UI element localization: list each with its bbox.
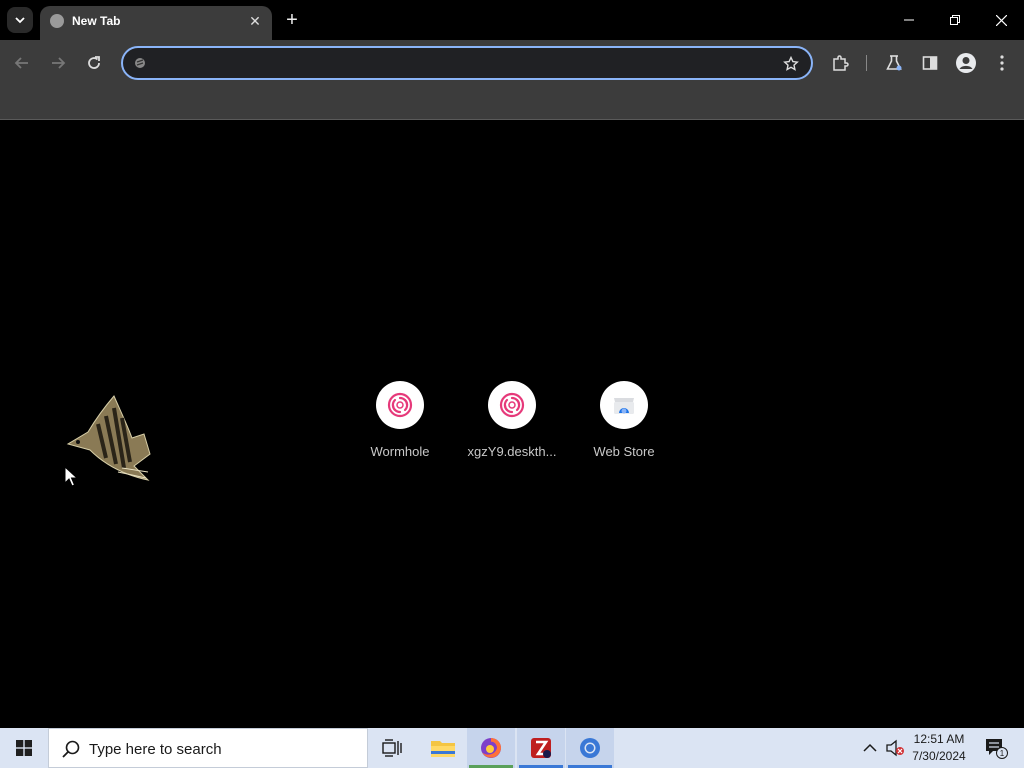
mouse-cursor xyxy=(64,466,78,487)
new-tab-page: Wormhole xgzY9.deskth... Web Store xyxy=(0,121,1024,728)
arrow-left-icon xyxy=(14,57,28,69)
flask-icon xyxy=(886,55,902,71)
tab-close-button[interactable]: ✕ xyxy=(246,12,264,30)
file-explorer-button[interactable] xyxy=(419,728,467,768)
labs-button[interactable] xyxy=(881,50,907,76)
shortcut-tile xyxy=(488,381,536,429)
folder-icon xyxy=(431,741,455,757)
shortcut-xgzy9[interactable]: xgzY9.deskth... xyxy=(457,381,567,459)
tab-search-button[interactable] xyxy=(7,7,33,33)
avatar-icon xyxy=(956,53,976,73)
shortcut-label: Web Store xyxy=(593,444,655,459)
search-icon xyxy=(62,740,80,758)
reload-button[interactable] xyxy=(80,49,108,77)
star-icon xyxy=(783,56,799,71)
more-vertical-icon xyxy=(1000,55,1004,71)
notification-center-button[interactable]: 1 xyxy=(978,728,1014,768)
extensions-button[interactable] xyxy=(827,50,853,76)
volume-muted-icon xyxy=(886,739,904,757)
close-icon xyxy=(995,14,1007,26)
volume-button[interactable] xyxy=(882,728,908,768)
shortcut-label: Wormhole xyxy=(370,444,430,459)
tab-strip: New Tab ✕ + xyxy=(0,0,1024,40)
bookmarks-bar xyxy=(0,86,1024,120)
toolbar-divider xyxy=(866,55,867,71)
arrow-right-icon xyxy=(52,57,66,69)
side-panel-button[interactable] xyxy=(917,50,943,76)
profile-button[interactable] xyxy=(953,50,979,76)
tab-new-tab[interactable]: New Tab ✕ xyxy=(40,6,272,40)
taskbar-search-box[interactable]: Type here to search xyxy=(48,728,368,768)
web-store-icon xyxy=(614,398,634,414)
chevron-down-icon xyxy=(15,17,25,24)
address-bar[interactable] xyxy=(121,46,813,80)
shortcut-tile xyxy=(600,381,648,429)
shortcut-tile xyxy=(376,381,424,429)
start-button[interactable] xyxy=(0,728,48,768)
omnibox-input[interactable] xyxy=(155,54,755,74)
restore-button[interactable] xyxy=(932,0,978,40)
back-button[interactable] xyxy=(8,49,36,77)
taskbar: Type here to search 12:51 AM 7/30/2024 1 xyxy=(0,728,1024,768)
tab-title: New Tab xyxy=(72,14,121,28)
restore-icon xyxy=(950,15,960,25)
puzzle-icon xyxy=(833,55,849,71)
shortcut-wormhole[interactable]: Wormhole xyxy=(345,381,455,459)
shortcut-label: xgzY9.deskth... xyxy=(467,444,557,459)
search-engine-icon xyxy=(135,58,145,68)
show-hidden-icons-button[interactable] xyxy=(858,728,882,768)
clock-time: 12:51 AM xyxy=(913,732,965,746)
filezilla-button[interactable] xyxy=(517,728,565,768)
firefox-icon xyxy=(481,738,501,758)
shortcut-web-store[interactable]: Web Store xyxy=(569,381,679,459)
toolbar xyxy=(0,40,1024,86)
filezilla-icon xyxy=(531,738,551,758)
system-clock[interactable]: 12:51 AM 7/30/2024 xyxy=(908,731,970,765)
side-panel-icon xyxy=(922,56,938,70)
notification-count: 1 xyxy=(1000,749,1005,758)
firefox-button[interactable] xyxy=(467,728,515,768)
new-tab-button[interactable]: + xyxy=(280,8,304,32)
forward-button[interactable] xyxy=(44,49,72,77)
globe-icon xyxy=(50,14,64,28)
notification-icon: 1 xyxy=(986,739,1008,759)
minimize-icon xyxy=(904,19,914,21)
chrome-button[interactable] xyxy=(566,728,614,768)
browser-window: New Tab ✕ + Wormhole xgzY9.deskth... Web… xyxy=(0,0,1024,728)
task-view-icon xyxy=(382,739,402,757)
clock-date: 7/30/2024 xyxy=(912,749,966,763)
reload-icon xyxy=(88,56,100,69)
task-view-button[interactable] xyxy=(368,728,416,768)
bookmark-star-button[interactable] xyxy=(781,54,801,74)
chevron-up-icon xyxy=(863,743,877,752)
search-placeholder: Type here to search xyxy=(89,741,222,758)
wormhole-icon xyxy=(387,392,413,418)
chrome-icon xyxy=(580,738,600,758)
menu-button[interactable] xyxy=(989,50,1015,76)
minimize-button[interactable] xyxy=(886,0,932,40)
close-window-button[interactable] xyxy=(978,0,1024,40)
windows-logo-icon xyxy=(16,740,32,756)
wormhole-icon xyxy=(499,392,525,418)
